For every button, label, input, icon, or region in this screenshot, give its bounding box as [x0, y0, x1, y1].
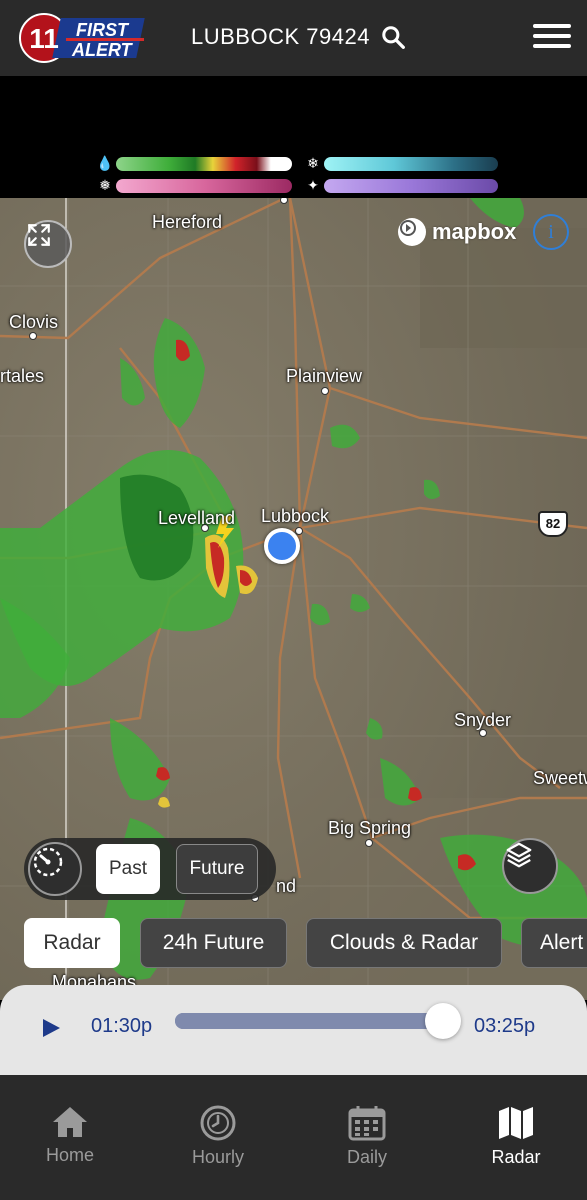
rain-scale-bar — [116, 157, 292, 171]
location-label: LUBBOCK 79424 — [191, 24, 370, 49]
city-label-midland: nd — [276, 876, 297, 896]
mapbox-label: mapbox — [432, 219, 517, 244]
timeline-slider[interactable] — [175, 1013, 443, 1029]
app-header: 11 FIRST ALERT LUBBOCK 79424 — [0, 0, 587, 76]
city-label-sweetwater: Sweetw — [533, 768, 587, 788]
city-label-lubbock: Lubbock — [261, 506, 330, 526]
city-label-plainview: Plainview — [286, 366, 363, 386]
map-icon — [499, 1107, 533, 1139]
legend-rain-row: 💧 — [94, 156, 292, 172]
svg-text:11: 11 — [29, 23, 59, 54]
freezing-rain-icon: ✦ — [307, 178, 319, 194]
highway-shield: 82 — [538, 511, 568, 537]
layers-button[interactable] — [502, 838, 558, 894]
city-label-big-spring: Big Spring — [328, 818, 412, 838]
past-button[interactable]: Past — [96, 844, 160, 894]
nav-daily-label: Daily — [346, 1147, 387, 1167]
search-icon[interactable] — [380, 24, 406, 50]
nav-hourly-label: Hourly — [191, 1147, 244, 1167]
start-time: 01:30p — [91, 1015, 153, 1037]
precipitation-legend: 💧 ❄ ❅ ✦ — [0, 76, 587, 198]
app-root: 11 FIRST ALERT LUBBOCK 79424 💧 ❄ ❅ ✦ Her… — [0, 0, 587, 1200]
chip-alerts[interactable]: Alert — [521, 918, 587, 968]
city-label-portales: rtales — [0, 366, 45, 386]
rain-drop-icon: 💧 — [96, 156, 114, 172]
mapbox-logo-icon — [398, 218, 426, 246]
calendar-icon — [348, 1106, 386, 1141]
nav-home-label: Home — [45, 1145, 94, 1165]
bottom-navigation: Home Hourly Daily Radar — [0, 1075, 587, 1200]
timeline-progress — [175, 1013, 443, 1029]
nav-daily[interactable]: Daily — [312, 1105, 422, 1168]
city-label-hereford: Hereford — [152, 212, 223, 232]
layers-icon — [506, 842, 532, 868]
time-mode-toggle: Past Future — [24, 838, 276, 900]
legend-mix-row: ❅ — [94, 178, 292, 194]
svg-text:FIRST: FIRST — [76, 20, 130, 40]
nav-hourly[interactable]: Hourly — [163, 1105, 273, 1168]
mapbox-attribution[interactable]: mapbox — [398, 218, 516, 246]
nav-radar-label: Radar — [491, 1147, 541, 1167]
city-label-snyder: Snyder — [454, 710, 512, 730]
radar-map[interactable]: Hereford Clovis rtales Plainview Levella… — [0, 198, 587, 1000]
first-alert-logo[interactable]: 11 FIRST ALERT — [18, 12, 148, 64]
end-time: 03:25p — [474, 1015, 536, 1037]
expand-icon — [28, 224, 50, 246]
speedometer-icon — [33, 847, 63, 877]
legend-ice-row: ✦ — [302, 178, 498, 194]
chip-radar[interactable]: Radar — [24, 918, 120, 968]
city-label-clovis: Clovis — [9, 312, 59, 332]
snowflake-icon: ❄ — [307, 156, 319, 172]
user-location-marker — [264, 528, 300, 564]
nav-home[interactable]: Home — [15, 1105, 125, 1166]
svg-text:ALERT: ALERT — [71, 40, 134, 60]
chip-clouds-radar[interactable]: Clouds & Radar — [306, 918, 502, 968]
future-button[interactable]: Future — [176, 844, 258, 894]
mixed-precip-icon: ❅ — [99, 178, 111, 194]
clock-icon — [200, 1105, 236, 1141]
hamburger-menu-icon[interactable] — [533, 24, 571, 52]
snow-scale-bar — [324, 157, 498, 171]
fullscreen-button[interactable] — [24, 220, 72, 268]
location-selector[interactable]: LUBBOCK 79424 — [191, 24, 406, 50]
nav-radar[interactable]: Radar — [461, 1105, 571, 1168]
info-icon[interactable]: i — [533, 214, 569, 250]
city-label-levelland: Levelland — [158, 508, 236, 528]
mix-scale-bar — [116, 179, 292, 193]
timeline-thumb[interactable] — [425, 1003, 461, 1039]
play-icon[interactable] — [40, 1017, 62, 1039]
ice-scale-bar — [324, 179, 498, 193]
chip-24h-future[interactable]: 24h Future — [140, 918, 287, 968]
animation-speed-button[interactable] — [28, 842, 82, 896]
home-icon — [53, 1107, 87, 1137]
playback-controls: 01:30p 03:25p — [0, 985, 587, 1075]
legend-snow-row: ❄ — [302, 156, 498, 172]
radar-product-chips: Radar 24h Future Clouds & Radar Alert — [24, 918, 587, 970]
